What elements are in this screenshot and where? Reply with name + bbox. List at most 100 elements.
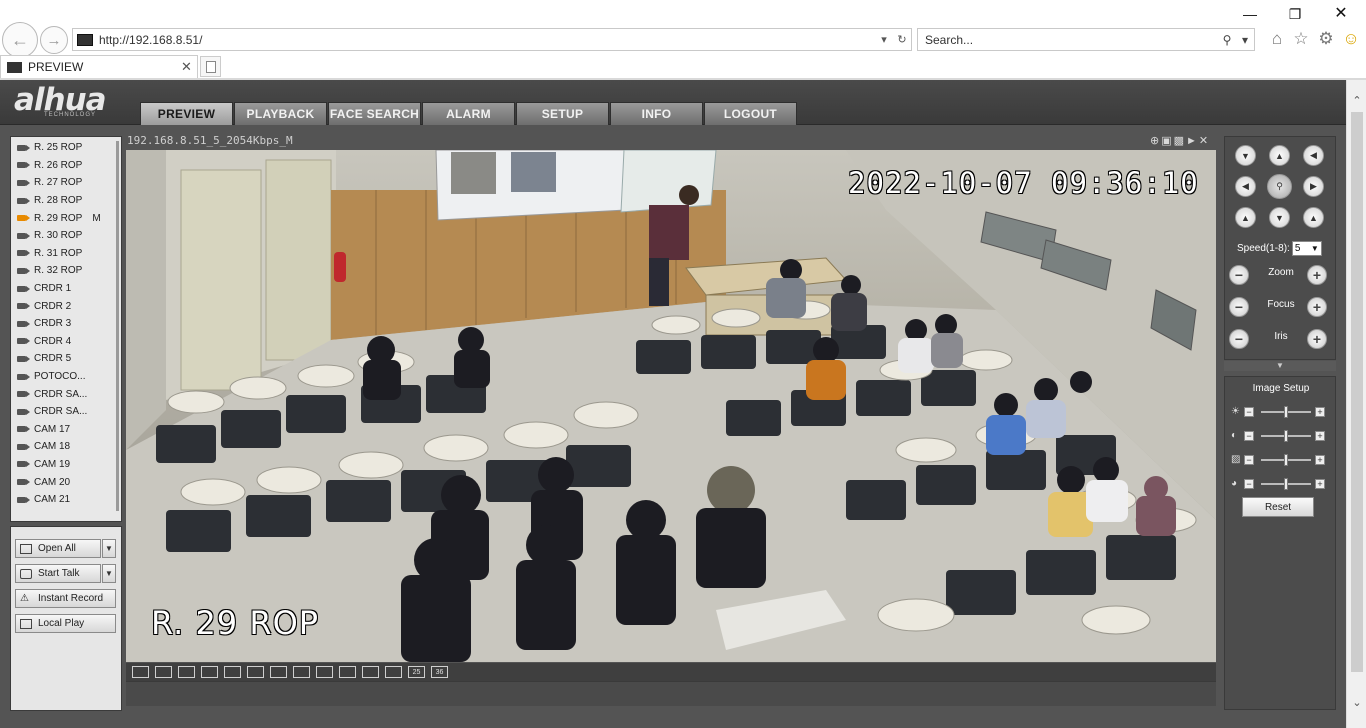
address-url[interactable]: http://192.168.8.51/	[99, 33, 875, 47]
camera-item[interactable]: R. 25 ROP	[11, 139, 121, 157]
split-36-button[interactable]: 36	[431, 666, 448, 678]
contrast-decrease-button[interactable]: −	[1244, 431, 1254, 441]
scroll-up-icon[interactable]: ⌃	[1347, 92, 1366, 110]
dropdown-icon[interactable]: ▾	[875, 33, 893, 46]
open-all-dropdown[interactable]: ▼	[102, 539, 116, 558]
scrollbar-thumb[interactable]	[1351, 112, 1363, 672]
split-20-icon[interactable]	[385, 666, 402, 678]
full-screen-icon[interactable]	[132, 666, 149, 678]
hue-increase-button[interactable]: +	[1315, 479, 1325, 489]
brightness-increase-button[interactable]: +	[1315, 407, 1325, 417]
camera-item[interactable]: CRDR 5	[11, 350, 121, 368]
split-9-icon[interactable]	[316, 666, 333, 678]
audio-icon[interactable]: ►	[1186, 135, 1199, 147]
split-13-icon[interactable]	[339, 666, 356, 678]
ptz-up-left-button[interactable]: ▼	[1235, 145, 1256, 166]
camera-item[interactable]: R. 27 ROP	[11, 174, 121, 192]
split-16-icon[interactable]	[362, 666, 379, 678]
nav-tab-preview[interactable]: PREVIEW	[140, 102, 233, 125]
ptz-down-button[interactable]: ▼	[1269, 207, 1290, 228]
search-dropdown-icon[interactable]: ▾	[1236, 33, 1254, 47]
start-talk-button[interactable]: Start Talk	[15, 564, 101, 583]
close-video-icon[interactable]: ✕	[1199, 135, 1210, 147]
feedback-smiley-icon[interactable]: ☺	[1340, 28, 1362, 50]
refresh-icon[interactable]: ↻	[893, 33, 911, 46]
camera-item[interactable]: CRDR 4	[11, 333, 121, 351]
home-icon[interactable]: ⌂	[1266, 28, 1288, 50]
browser-tab-preview[interactable]: PREVIEW ✕	[0, 55, 198, 78]
live-video-feed[interactable]: 2022-10-07 09:36:10 R. 29 ROP	[126, 150, 1216, 662]
local-play-button[interactable]: Local Play	[15, 614, 116, 633]
iris-plus-button[interactable]: +	[1307, 329, 1327, 349]
camera-item[interactable]: CRDR 3	[11, 315, 121, 333]
camera-item[interactable]: CAM 17	[11, 421, 121, 439]
wide-icon[interactable]	[201, 666, 218, 678]
camera-item[interactable]: R. 30 ROP	[11, 227, 121, 245]
contrast-increase-button[interactable]: +	[1315, 431, 1325, 441]
hue-slider-thumb[interactable]	[1284, 478, 1288, 490]
ptz-down-right-button[interactable]: ▲	[1303, 207, 1324, 228]
open-all-button[interactable]: Open All	[15, 539, 101, 558]
saturation-decrease-button[interactable]: −	[1244, 455, 1254, 465]
ptz-collapse-toggle[interactable]: ▼	[1224, 361, 1336, 371]
camera-item[interactable]: R. 26 ROP	[11, 157, 121, 175]
ptz-left-button[interactable]: ◀	[1235, 176, 1256, 197]
forward-button[interactable]: →	[40, 26, 68, 54]
split-4-icon[interactable]	[247, 666, 264, 678]
favorites-star-icon[interactable]: ☆	[1290, 28, 1312, 50]
new-tab-button[interactable]	[200, 56, 221, 77]
start-talk-dropdown[interactable]: ▼	[102, 564, 116, 583]
settings-gear-icon[interactable]: ⚙	[1315, 28, 1337, 50]
saturation-slider-thumb[interactable]	[1284, 454, 1288, 466]
brightness-slider-thumb[interactable]	[1284, 406, 1288, 418]
ptz-down-left-button[interactable]: ▲	[1235, 207, 1256, 228]
ptz-right-button[interactable]: ▶	[1303, 176, 1324, 197]
nav-tab-playback[interactable]: PLAYBACK	[234, 102, 327, 125]
nav-tab-setup[interactable]: SETUP	[516, 102, 609, 125]
camera-item[interactable]: CRDR 1	[11, 280, 121, 298]
brightness-decrease-button[interactable]: −	[1244, 407, 1254, 417]
split-25-button[interactable]: 25	[408, 666, 425, 678]
camera-item[interactable]: CRDR 2	[11, 297, 121, 315]
nav-tab-alarm[interactable]: ALARM	[422, 102, 515, 125]
camera-item[interactable]: R. 29 ROP M	[11, 209, 121, 227]
split-1-icon[interactable]	[224, 666, 241, 678]
camera-snapshot-icon[interactable]: ▩	[1174, 135, 1186, 147]
instant-record-button[interactable]: ⚠ Instant Record	[15, 589, 116, 608]
ptz-up-right-button[interactable]: ◀	[1303, 145, 1324, 166]
search-input[interactable]: Search...	[925, 33, 1218, 47]
camera-item[interactable]: CRDR SA...	[11, 403, 121, 421]
camera-item[interactable]: R. 31 ROP	[11, 245, 121, 263]
camera-item[interactable]: R. 28 ROP	[11, 192, 121, 210]
camera-item[interactable]: CAM 21	[11, 491, 121, 509]
restore-icon[interactable]: ❐	[1283, 4, 1307, 24]
camera-item[interactable]: CRDR SA...	[11, 385, 121, 403]
zoom-icon[interactable]: ⊕	[1150, 135, 1161, 147]
fit-window-icon[interactable]	[178, 666, 195, 678]
reset-button[interactable]: Reset	[1242, 497, 1314, 517]
snapshot-icon[interactable]: ▣	[1161, 135, 1173, 147]
ptz-center-button[interactable]: ⚲	[1267, 174, 1292, 199]
camera-list-scrollbar[interactable]	[116, 141, 119, 511]
hue-decrease-button[interactable]: −	[1244, 479, 1254, 489]
zoom-in-button[interactable]: +	[1307, 265, 1327, 285]
page-scrollbar[interactable]: ⌃ ⌄	[1346, 80, 1366, 728]
camera-item[interactable]: CAM 19	[11, 456, 121, 474]
split-8-icon[interactable]	[293, 666, 310, 678]
nav-tab-logout[interactable]: LOGOUT	[704, 102, 797, 125]
close-window-icon[interactable]: ✕	[1329, 4, 1353, 24]
nav-tab-face-search[interactable]: FACE SEARCH	[328, 102, 421, 125]
search-icon[interactable]: ⚲	[1218, 33, 1236, 47]
ptz-up-button[interactable]: ▲	[1269, 145, 1290, 166]
split-6-icon[interactable]	[270, 666, 287, 678]
contrast-slider-thumb[interactable]	[1284, 430, 1288, 442]
back-button[interactable]: ←	[2, 22, 38, 58]
aspect-ratio-icon[interactable]	[155, 666, 172, 678]
scroll-down-icon[interactable]: ⌄	[1347, 694, 1366, 712]
camera-item[interactable]: POTOCO...	[11, 368, 121, 386]
camera-item[interactable]: CAM 18	[11, 438, 121, 456]
minimize-icon[interactable]: —	[1238, 4, 1262, 24]
focus-plus-button[interactable]: +	[1307, 297, 1327, 317]
search-box[interactable]: Search... ⚲ ▾	[917, 28, 1255, 51]
camera-item[interactable]: CAM 20	[11, 473, 121, 491]
